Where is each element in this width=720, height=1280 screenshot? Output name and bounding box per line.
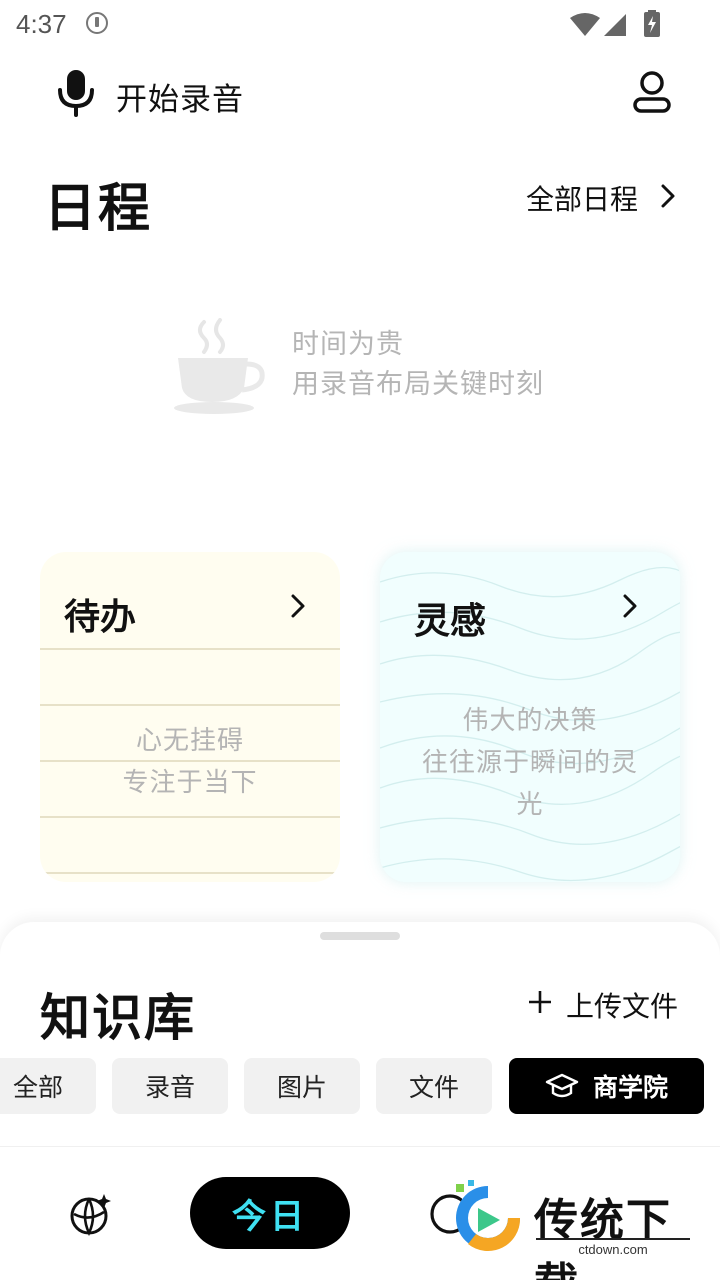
filter-chip-label: 商学院 xyxy=(592,1073,668,1102)
watermark-brand: 传统下载 xyxy=(534,1195,672,1280)
start-recording-button[interactable] xyxy=(54,68,98,118)
upload-file-button[interactable]: 上传文件 xyxy=(566,985,678,1025)
filter-chip-all[interactable]: 全部 xyxy=(0,1058,96,1114)
filter-chip-business-school[interactable]: 商学院 xyxy=(509,1058,704,1114)
ruled-line xyxy=(40,704,340,706)
teacup-icon xyxy=(174,318,265,414)
chevron-right-icon[interactable] xyxy=(286,590,310,622)
status-bar: 4:37 xyxy=(0,0,720,48)
signal-battery-icons xyxy=(570,10,660,37)
schedule-empty-line: 时间为贵 xyxy=(292,329,404,360)
ideas-title: 灵感 xyxy=(414,600,487,642)
filter-chip-recordings[interactable]: 录音 xyxy=(112,1058,228,1114)
todo-empty-line: 心无挂碍 xyxy=(135,726,244,756)
graduation-cap-icon xyxy=(545,1073,579,1098)
ruled-line xyxy=(40,816,340,818)
chevron-right-icon[interactable] xyxy=(618,590,642,622)
profile-button[interactable] xyxy=(630,70,674,114)
ruled-line xyxy=(40,648,340,650)
ideas-card[interactable]: 灵感 伟大的决策 往往源于瞬间的灵 光 xyxy=(380,552,680,882)
status-time: 4:37 xyxy=(16,9,67,39)
today-tab[interactable]: 今日 xyxy=(190,1177,350,1249)
start-recording-label[interactable]: 开始录音 xyxy=(116,74,244,119)
plus-icon[interactable] xyxy=(528,990,552,1014)
knowledge-title: 知识库 xyxy=(40,988,196,1047)
schedule-title: 日程 xyxy=(44,178,153,239)
user-icon xyxy=(633,71,671,113)
schedule-empty-line: 用录音布局关键时刻 xyxy=(292,369,544,400)
todo-card[interactable]: 待办 心无挂碍 专注于当下 xyxy=(40,552,340,882)
todo-empty-line: 专注于当下 xyxy=(122,768,258,798)
watermark: 传统下载 ctdown.com xyxy=(448,1180,708,1280)
chevron-right-icon[interactable] xyxy=(656,180,680,212)
ideas-empty-line: 往往源于瞬间的灵 xyxy=(421,748,638,778)
sheet-drag-handle[interactable] xyxy=(320,932,400,940)
microphone-icon xyxy=(58,70,94,117)
filter-chip-files[interactable]: 文件 xyxy=(376,1058,492,1114)
filter-chip-images[interactable]: 图片 xyxy=(244,1058,360,1114)
ideas-empty-line: 伟大的决策 xyxy=(462,706,598,736)
ruled-line xyxy=(40,872,340,874)
alert-icon xyxy=(86,12,108,34)
ideas-empty-line: 光 xyxy=(516,790,544,820)
all-schedule-link[interactable]: 全部日程 xyxy=(526,178,638,218)
watermark-url: ctdown.com xyxy=(536,1238,690,1257)
watermark-logo xyxy=(456,1180,521,1252)
todo-title: 待办 xyxy=(64,596,137,638)
discover-icon[interactable] xyxy=(68,1192,112,1236)
